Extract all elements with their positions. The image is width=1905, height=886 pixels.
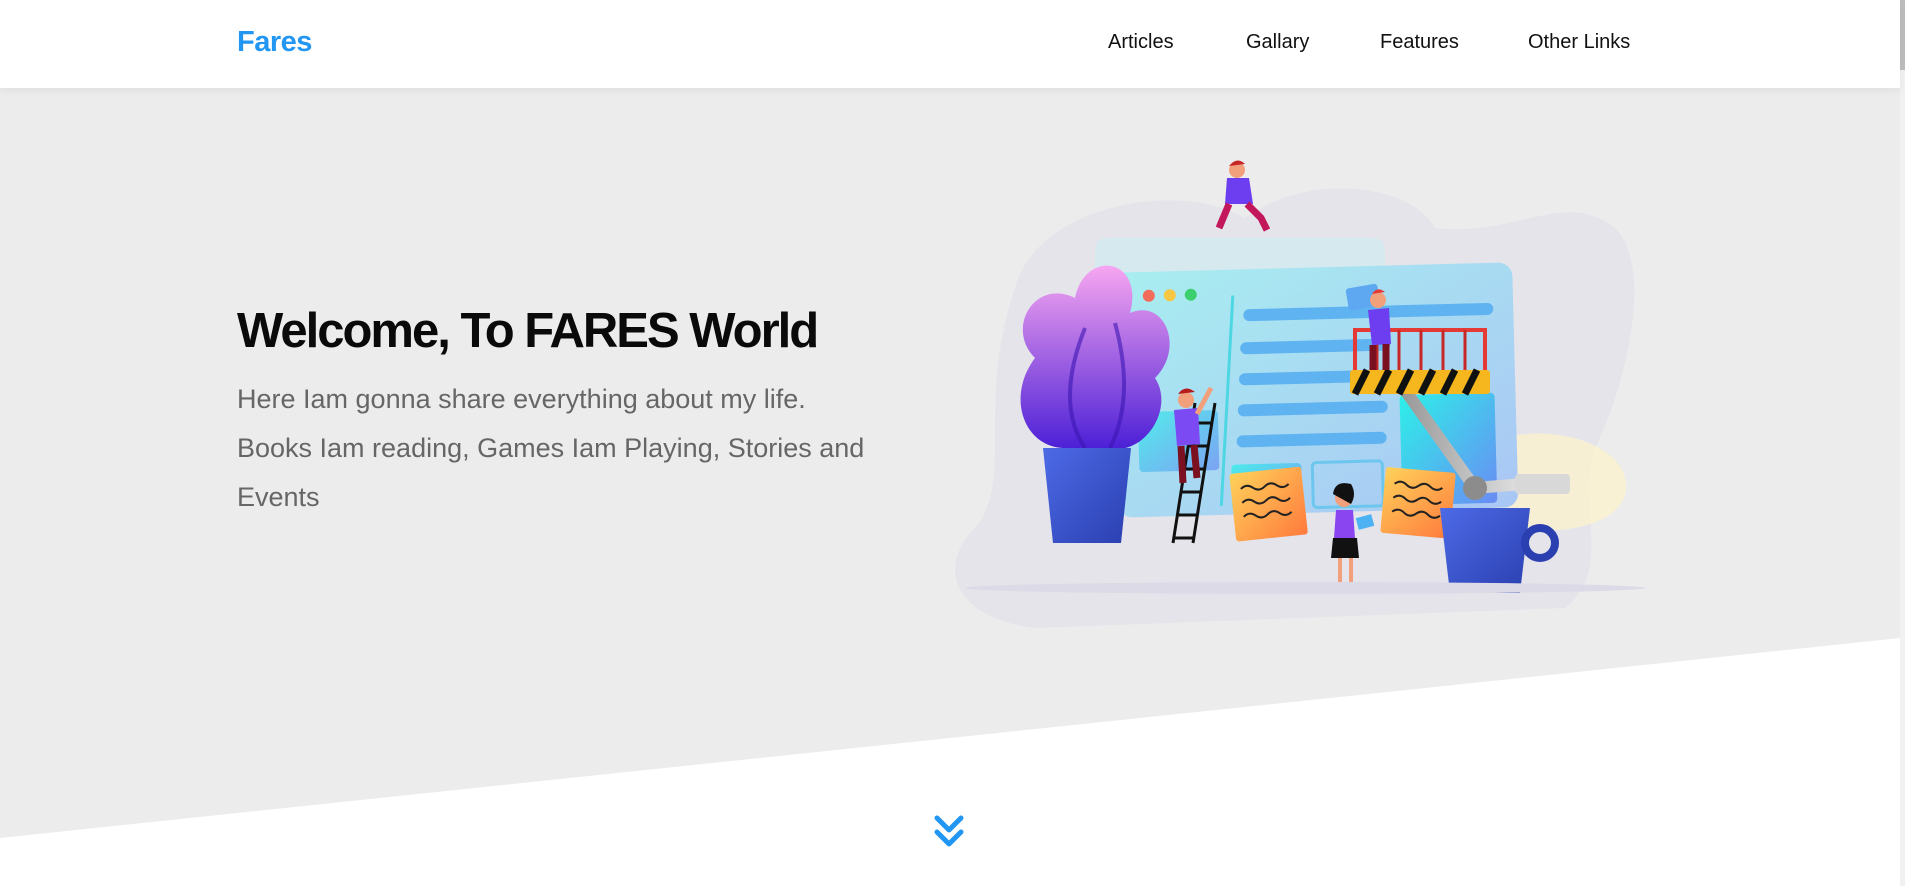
double-chevron-down-icon[interactable] (931, 812, 967, 852)
landing-description: Here Iam gonna share everything about my… (237, 384, 865, 512)
page-scrollbar[interactable] (1900, 0, 1905, 886)
site-header: Fares Articles Gallary Features Other Li… (0, 0, 1900, 88)
nav-link-other-links[interactable]: Other Links (1528, 31, 1630, 54)
ground (965, 582, 1645, 594)
landing-title: Welcome, To FARES World (237, 304, 819, 358)
nav-link-features[interactable]: Features (1380, 31, 1459, 54)
plant-pot (1043, 448, 1131, 543)
logo-link[interactable]: Fares (237, 26, 312, 59)
nav-link-articles[interactable]: Articles (1108, 31, 1174, 54)
landing-illustration (955, 160, 1645, 628)
scrollbar-thumb[interactable] (1900, 0, 1905, 70)
sticky-note-left (1229, 466, 1308, 542)
robot-arm-end (1515, 474, 1570, 494)
nav-link-gallary[interactable]: Gallary (1246, 31, 1309, 54)
landing-section: Welcome, To FARES World Here Iam gonna s… (0, 88, 1900, 886)
robot-arm-joint (1463, 476, 1487, 500)
